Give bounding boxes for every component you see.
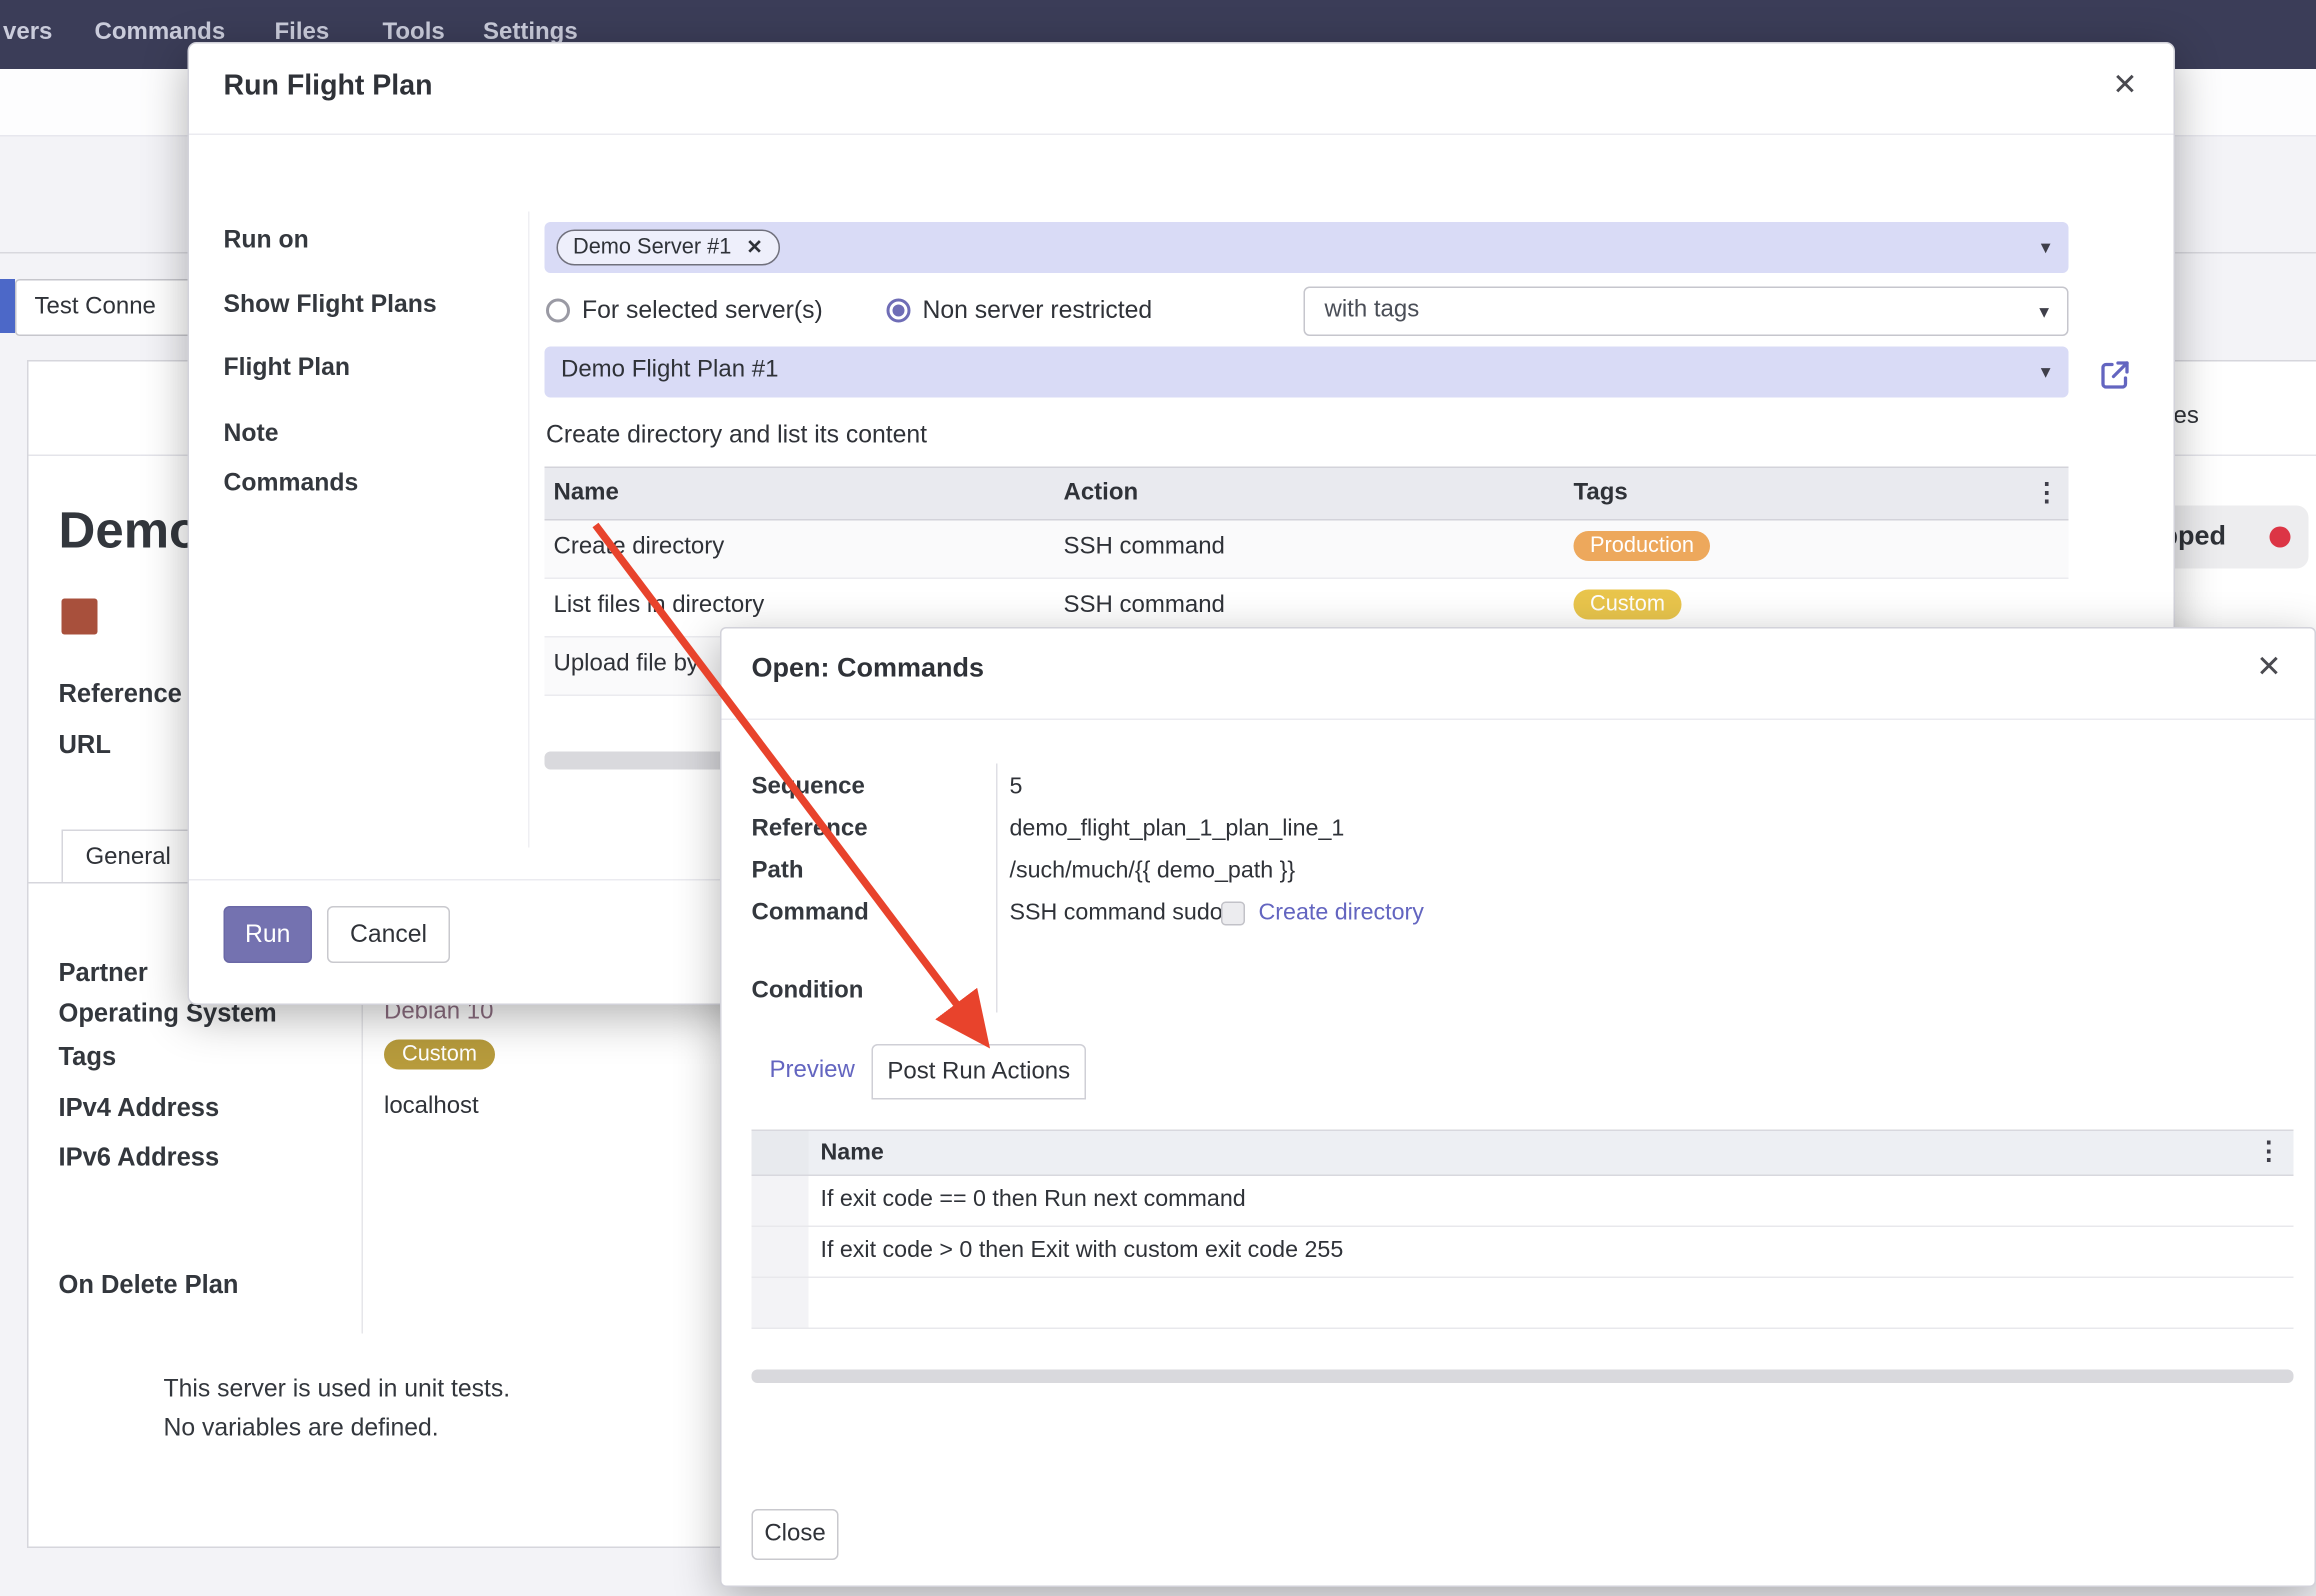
dialog-header-border — [189, 134, 2174, 136]
col-header-action[interactable]: Action — [1064, 480, 1139, 507]
cell-name: List files in directory — [554, 593, 765, 620]
label-run-on: Run on — [224, 227, 309, 256]
tab-post-run-actions[interactable]: Post Run Actions — [872, 1044, 1087, 1100]
field-label-reference: Reference — [59, 680, 182, 710]
post-run-actions-table: Name ⋮ If exit code == 0 then Run next c… — [752, 1130, 2294, 1330]
server-tag: Demo Server #1 ✕ — [557, 230, 780, 266]
clipped-primary-button[interactable] — [0, 279, 15, 333]
label-divider — [528, 212, 530, 848]
note-description: Create directory and list its content — [546, 422, 927, 451]
kebab-menu-icon[interactable]: ⋮ — [2034, 479, 2060, 509]
field-label-ipv4: IPv4 Address — [59, 1094, 220, 1124]
open-commands-dialog: Open: Commands ✕ Sequence Reference Path… — [720, 627, 2316, 1587]
color-swatch[interactable] — [62, 599, 98, 635]
close-button-label: Close — [764, 1521, 825, 1548]
tag-badge-production: Production — [1574, 531, 1711, 561]
server-tag-label: Demo Server #1 — [573, 236, 731, 260]
cell-name: Create directory — [554, 534, 725, 561]
field-label-ipv6: IPv6 Address — [59, 1143, 220, 1173]
field-divider — [362, 954, 364, 1334]
tab-general-label: General — [86, 844, 171, 871]
command-checkbox[interactable] — [1221, 902, 1245, 926]
table-row[interactable] — [752, 1278, 2294, 1329]
close-button[interactable]: Close — [752, 1509, 839, 1560]
value-sequence: 5 — [1010, 774, 1023, 801]
radio-label-non-server[interactable]: Non server restricted — [923, 297, 1153, 326]
field-label-url: URL — [59, 731, 111, 761]
test-connection-label: Test Conne — [35, 294, 156, 321]
cell-name: If exit code > 0 then Exit with custom e… — [821, 1238, 1344, 1265]
dialog-title: Open: Commands — [752, 653, 985, 685]
field-label-tags: Tags — [59, 1043, 117, 1073]
close-icon[interactable]: ✕ — [2256, 653, 2281, 683]
label-sequence: Sequence — [752, 774, 865, 801]
label-flight-plan: Flight Plan — [224, 354, 351, 383]
col-header-name[interactable]: Name — [821, 1140, 884, 1167]
tag-badge-custom: Custom — [1574, 590, 1682, 620]
dialog-header-border — [722, 719, 2315, 721]
run-on-select[interactable]: Demo Server #1 ✕ ▾ — [545, 222, 2069, 273]
cancel-button-label: Cancel — [350, 920, 427, 949]
field-label-partner: Partner — [59, 959, 148, 989]
col-header-name[interactable]: Name — [554, 480, 619, 507]
screen: vers Commands Files Tools Settings Test … — [0, 0, 2316, 1596]
stat-button-fragment[interactable]: es — [2174, 404, 2199, 431]
flight-plan-value: Demo Flight Plan #1 — [561, 357, 778, 384]
tag-badge-custom: Custom — [384, 1040, 495, 1070]
status-dot-icon — [2270, 527, 2291, 548]
cell-action: SSH command — [1064, 534, 1225, 561]
chevron-down-icon[interactable]: ▾ — [2039, 299, 2049, 323]
col-header-tags[interactable]: Tags — [1574, 480, 1628, 507]
radio-label-selected-servers[interactable]: For selected server(s) — [582, 297, 823, 326]
with-tags-value: with tags — [1325, 297, 1420, 324]
label-show-flight-plans: Show Flight Plans — [224, 291, 437, 320]
page-title: Demo — [59, 503, 201, 562]
label-reference: Reference — [752, 816, 868, 843]
dialog-title: Run Flight Plan — [224, 71, 433, 104]
cell-name: Upload file by — [554, 651, 699, 678]
cell-action: SSH command — [1064, 593, 1225, 620]
handle-cell[interactable] — [752, 1176, 809, 1226]
unit-test-note-line2: No variables are defined. — [164, 1415, 439, 1444]
chevron-down-icon[interactable]: ▾ — [2041, 360, 2051, 384]
table-row[interactable]: If exit code > 0 then Exit with custom e… — [752, 1227, 2294, 1278]
table-header-row: Name Action Tags ⋮ — [545, 467, 2069, 521]
label-command: Command — [752, 900, 869, 927]
value-path: /such/much/{{ demo_path }} — [1010, 858, 1296, 885]
label-condition: Condition — [752, 978, 864, 1005]
cell-name: If exit code == 0 then Run next command — [821, 1187, 1246, 1214]
flight-plan-select[interactable]: Demo Flight Plan #1 ▾ — [545, 347, 2069, 398]
label-path: Path — [752, 858, 804, 885]
nav-item-servers[interactable]: vers — [3, 20, 52, 47]
horizontal-scrollbar[interactable] — [752, 1370, 2294, 1384]
cancel-button[interactable]: Cancel — [327, 906, 450, 963]
radio-non-server-restricted[interactable] — [887, 299, 911, 323]
with-tags-select[interactable]: with tags ▾ — [1304, 287, 2069, 337]
label-commands: Commands — [224, 470, 359, 499]
label-note: Note — [224, 420, 279, 449]
run-button-label: Run — [245, 920, 290, 949]
handle-cell[interactable] — [752, 1278, 809, 1328]
external-link-icon[interactable] — [2097, 357, 2133, 401]
label-divider — [996, 764, 998, 1013]
run-button[interactable]: Run — [224, 906, 313, 963]
value-command: SSH command sudo — [1010, 900, 1223, 927]
value-reference: demo_flight_plan_1_plan_line_1 — [1010, 816, 1345, 843]
close-icon[interactable]: ✕ — [2112, 71, 2137, 101]
tab-post-run-actions-label: Post Run Actions — [887, 1058, 1070, 1085]
tag-remove-icon[interactable]: ✕ — [746, 236, 762, 259]
unit-test-note-line1: This server is used in unit tests. — [164, 1376, 511, 1405]
handle-column — [752, 1131, 809, 1175]
field-value-ipv4: localhost — [384, 1094, 479, 1121]
create-directory-link[interactable]: Create directory — [1259, 900, 1424, 927]
radio-for-selected-servers[interactable] — [546, 299, 570, 323]
table-row[interactable]: Create directory SSH command Production — [545, 521, 2069, 580]
table-row[interactable]: If exit code == 0 then Run next command — [752, 1176, 2294, 1227]
chevron-down-icon[interactable]: ▾ — [2041, 236, 2051, 260]
field-label-on-delete-plan: On Delete Plan — [59, 1271, 239, 1301]
kebab-menu-icon[interactable]: ⋮ — [2256, 1137, 2282, 1167]
table-header-row: Name ⋮ — [752, 1130, 2294, 1177]
handle-cell[interactable] — [752, 1227, 809, 1277]
tab-preview[interactable]: Preview — [770, 1058, 855, 1085]
